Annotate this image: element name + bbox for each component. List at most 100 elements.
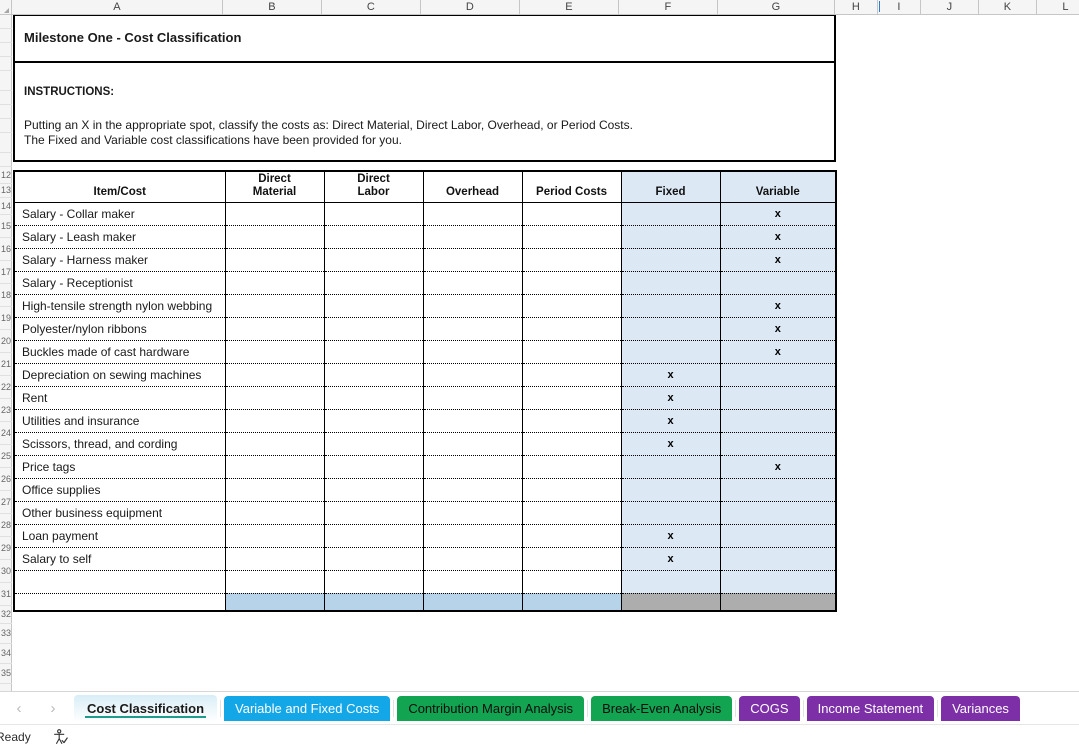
row-number[interactable]: 16 bbox=[0, 238, 12, 261]
cell-fixed[interactable] bbox=[621, 340, 721, 364]
row-number[interactable]: 20 bbox=[0, 330, 12, 353]
cell-period-costs[interactable] bbox=[522, 317, 622, 341]
cell-direct-material[interactable] bbox=[225, 547, 325, 571]
cell-variable[interactable]: x bbox=[720, 248, 836, 272]
row-number[interactable] bbox=[0, 153, 12, 167]
cell-variable[interactable]: x bbox=[720, 455, 836, 479]
cell-item-cost[interactable]: Salary - Collar maker bbox=[14, 202, 226, 226]
cell-direct-labor[interactable] bbox=[324, 294, 424, 318]
row-number[interactable] bbox=[0, 57, 12, 71]
cell-fixed[interactable] bbox=[621, 478, 721, 502]
cell-fixed[interactable] bbox=[621, 271, 721, 295]
cell-fixed[interactable] bbox=[621, 225, 721, 249]
column-header-a[interactable]: A bbox=[12, 0, 223, 14]
cell-item-cost[interactable]: High-tensile strength nylon webbing bbox=[14, 294, 226, 318]
cell-fixed[interactable] bbox=[621, 248, 721, 272]
row-number[interactable]: 32 bbox=[0, 606, 12, 624]
cell-item-cost[interactable]: Scissors, thread, and cording bbox=[14, 432, 226, 456]
cell-variable[interactable] bbox=[720, 501, 836, 525]
cell-total-item[interactable] bbox=[14, 593, 226, 611]
cell-period-costs[interactable] bbox=[522, 501, 622, 525]
cell-fixed[interactable]: x bbox=[621, 432, 721, 456]
row-number[interactable]: 12 bbox=[0, 167, 12, 184]
column-header-g[interactable]: G bbox=[718, 0, 835, 14]
row-number[interactable] bbox=[0, 15, 12, 29]
sheet-tab-variances[interactable]: Variances bbox=[941, 695, 1020, 721]
cell-variable[interactable] bbox=[720, 432, 836, 456]
row-number[interactable]: 35 bbox=[0, 664, 12, 684]
cell-direct-material[interactable] bbox=[225, 363, 325, 387]
cell-fixed[interactable] bbox=[621, 317, 721, 341]
cell-overhead[interactable] bbox=[423, 363, 523, 387]
cell-period-costs[interactable] bbox=[522, 524, 622, 548]
sheet-tab-contribution-margin-analysis[interactable]: Contribution Margin Analysis bbox=[397, 695, 585, 721]
cell-direct-labor[interactable] bbox=[324, 363, 424, 387]
cell-variable[interactable]: x bbox=[720, 317, 836, 341]
prev-sheet-button[interactable]: ‹ bbox=[6, 697, 32, 719]
cell-direct-material[interactable] bbox=[225, 317, 325, 341]
column-header-j[interactable]: J bbox=[921, 0, 979, 14]
cell-period-costs[interactable] bbox=[522, 432, 622, 456]
cell-direct-labor[interactable] bbox=[324, 455, 424, 479]
cell-direct-material[interactable] bbox=[225, 225, 325, 249]
cell-period-costs[interactable] bbox=[522, 363, 622, 387]
column-header-c[interactable]: C bbox=[322, 0, 421, 14]
cell-item-cost[interactable]: Loan payment bbox=[14, 524, 226, 548]
cell-overhead[interactable] bbox=[423, 202, 523, 226]
cell-fixed[interactable]: x bbox=[621, 524, 721, 548]
cell-direct-material[interactable] bbox=[225, 478, 325, 502]
sheet-tab-cogs[interactable]: COGS bbox=[739, 695, 800, 721]
cell-fixed[interactable] bbox=[621, 202, 721, 226]
row-number[interactable] bbox=[0, 91, 12, 105]
cell-direct-material[interactable] bbox=[225, 248, 325, 272]
sheet-tab-break-even-analysis[interactable]: Break-Even Analysis bbox=[591, 695, 733, 721]
row-number[interactable]: 21 bbox=[0, 353, 12, 376]
cell-overhead[interactable] bbox=[423, 317, 523, 341]
cell-total-period-costs[interactable] bbox=[522, 593, 622, 611]
cell-direct-material[interactable] bbox=[225, 455, 325, 479]
column-header-h[interactable]: H bbox=[835, 0, 878, 14]
cell-variable[interactable] bbox=[720, 547, 836, 571]
cell-variable[interactable]: x bbox=[720, 202, 836, 226]
row-number[interactable]: 14 bbox=[0, 198, 12, 215]
cell-item-cost[interactable]: Office supplies bbox=[14, 478, 226, 502]
cell-period-costs[interactable] bbox=[522, 386, 622, 410]
cell-fixed[interactable]: x bbox=[621, 547, 721, 571]
cell-period-costs[interactable] bbox=[522, 409, 622, 433]
cell-period-costs[interactable] bbox=[522, 478, 622, 502]
cell-direct-labor[interactable] bbox=[324, 524, 424, 548]
cell-direct-labor[interactable] bbox=[324, 547, 424, 571]
column-header-b[interactable]: B bbox=[223, 0, 322, 14]
cell-direct-labor[interactable] bbox=[324, 202, 424, 226]
cell-period-costs[interactable] bbox=[522, 547, 622, 571]
cell-direct-labor[interactable] bbox=[324, 340, 424, 364]
row-number[interactable] bbox=[0, 29, 12, 43]
cell-direct-labor[interactable] bbox=[324, 225, 424, 249]
cell-overhead[interactable] bbox=[423, 478, 523, 502]
cell-item-cost[interactable]: Depreciation on sewing machines bbox=[14, 363, 226, 387]
cell-period-costs[interactable] bbox=[522, 570, 622, 594]
cell-item-cost[interactable]: Salary - Receptionist bbox=[14, 271, 226, 295]
cell-item-cost[interactable]: Salary - Harness maker bbox=[14, 248, 226, 272]
cell-total-direct-material[interactable] bbox=[225, 593, 325, 611]
sheet-tab-variable-and-fixed-costs[interactable]: Variable and Fixed Costs bbox=[224, 695, 391, 721]
row-number[interactable]: 27 bbox=[0, 491, 12, 514]
row-number[interactable]: 13 bbox=[0, 184, 12, 198]
cell-overhead[interactable] bbox=[423, 501, 523, 525]
cell-direct-material[interactable] bbox=[225, 271, 325, 295]
cell-period-costs[interactable] bbox=[522, 294, 622, 318]
cell-variable[interactable]: x bbox=[720, 340, 836, 364]
column-header-e[interactable]: E bbox=[520, 0, 619, 14]
cell-direct-labor[interactable] bbox=[324, 570, 424, 594]
cell-item-cost[interactable]: Polyester/nylon ribbons bbox=[14, 317, 226, 341]
cell-overhead[interactable] bbox=[423, 547, 523, 571]
cell-overhead[interactable] bbox=[423, 271, 523, 295]
cell-variable[interactable] bbox=[720, 524, 836, 548]
cell-period-costs[interactable] bbox=[522, 340, 622, 364]
cell-item-cost[interactable]: Salary to self bbox=[14, 547, 226, 571]
cell-overhead[interactable] bbox=[423, 409, 523, 433]
cell-direct-material[interactable] bbox=[225, 409, 325, 433]
cell-direct-material[interactable] bbox=[225, 524, 325, 548]
row-number[interactable]: 33 bbox=[0, 624, 12, 644]
cell-variable[interactable] bbox=[720, 271, 836, 295]
